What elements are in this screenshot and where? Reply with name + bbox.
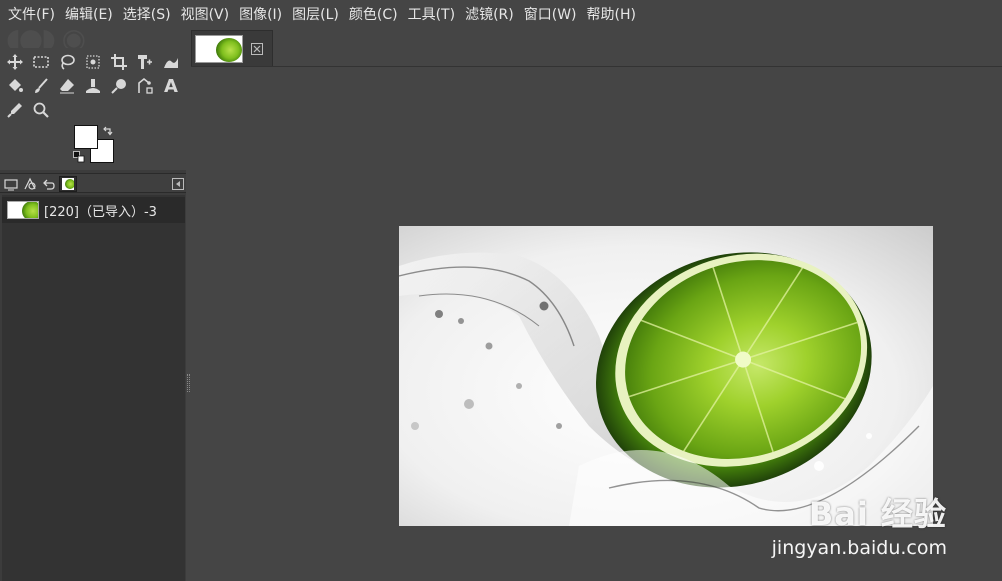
color-picker-tool-icon[interactable] [2,98,28,122]
images-list: [220]（已导入）-3 [2,195,185,581]
image-tab-thumbnail [195,34,243,63]
watermark-url: jingyan.baidu.com [771,537,947,559]
clone-tool-icon[interactable] [80,74,106,98]
lime-splash-image [399,226,933,526]
image-list-item[interactable]: [220]（已导入）-3 [2,197,185,223]
menu-help[interactable]: 帮助(H) [582,0,641,30]
unified-transform-tool-icon[interactable] [132,50,158,74]
menu-tools[interactable]: 工具(T) [403,0,460,30]
divider-grip-icon[interactable] [187,374,190,392]
tool-options-icon [4,179,18,191]
image-list-item-label: [220]（已导入）-3 [44,204,157,220]
menu-edit[interactable]: 编辑(E) [60,0,118,30]
baidu-watermark: Bai 经验 jingyan.baidu.com [772,489,947,559]
close-tab-icon[interactable] [251,42,263,55]
crop-tool-icon[interactable] [106,50,132,74]
left-dock-panel: ◖●◗ ◉ A [220]（已导入）-3 [0,30,190,581]
watermark-logo: Bai 经验 [808,495,947,533]
menu-file[interactable]: 文件(F) [3,0,60,30]
free-select-tool-icon[interactable] [54,50,80,74]
bucket-fill-tool-icon[interactable] [2,74,28,98]
images-tab[interactable] [59,176,77,192]
zoom-tool-icon[interactable] [28,98,54,122]
undo-history-tab[interactable] [40,176,58,192]
menu-layer[interactable]: 图层(L) [287,0,344,30]
fg-bg-colors [72,125,118,165]
device-status-icon [24,177,36,190]
device-status-tab[interactable] [21,176,39,192]
swap-colors-icon[interactable] [102,125,114,137]
paintbrush-tool-icon[interactable] [28,74,54,98]
image-thumbnail [7,201,39,219]
eraser-tool-icon[interactable] [54,74,80,98]
default-colors-icon[interactable] [73,151,85,163]
dock-menu-icon[interactable] [172,178,184,190]
menu-windows[interactable]: 窗口(W) [519,0,582,30]
dock-tab-bar [0,173,190,193]
paths-tool-icon[interactable] [132,74,158,98]
images-tab-thumbnail-icon [62,178,74,190]
move-tool-icon[interactable] [2,50,28,74]
smudge-tool-icon[interactable] [106,74,132,98]
tool-options-tab[interactable] [2,176,20,192]
menu-view[interactable]: 视图(V) [176,0,235,30]
menu-bar: 文件(F) 编辑(E) 选择(S) 视图(V) 图像(I) 图层(L) 颜色(C… [0,0,1002,30]
menu-image[interactable]: 图像(I) [234,0,287,30]
tools-grid: A [2,50,186,122]
text-tool-glyph: A [164,75,178,97]
foreground-color-swatch[interactable] [74,125,98,149]
image-tab[interactable] [191,30,273,66]
fuzzy-select-tool-icon[interactable] [80,50,106,74]
rect-select-tool-icon[interactable] [28,50,54,74]
menu-colors[interactable]: 颜色(C) [344,0,403,30]
menu-filters[interactable]: 滤镜(R) [460,0,519,30]
undo-history-icon [43,179,55,190]
wilber-logo-icon: ◖●◗ ◉ [6,30,86,48]
canvas-image[interactable] [399,226,933,526]
text-tool-icon[interactable]: A [158,74,184,98]
warp-transform-tool-icon[interactable] [158,50,184,74]
toolbox: ◖●◗ ◉ A [0,30,190,170]
menu-select[interactable]: 选择(S) [118,0,176,30]
